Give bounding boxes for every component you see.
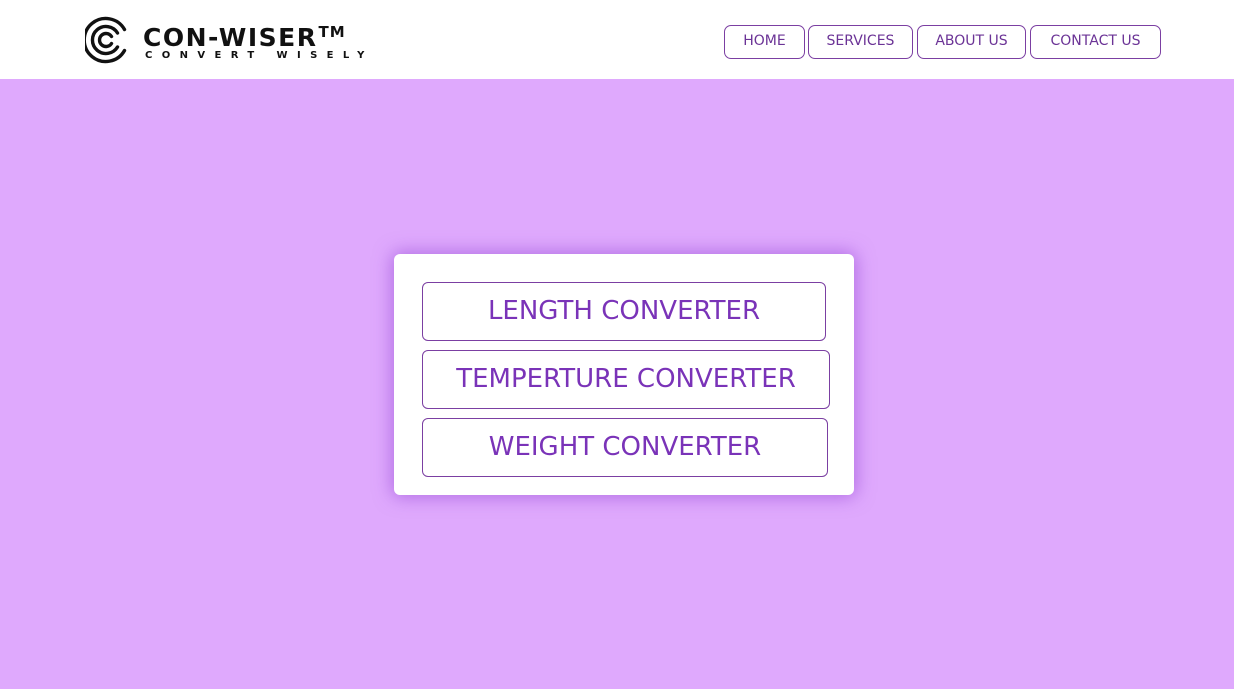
trademark-symbol: TM: [318, 23, 346, 41]
brand-logo[interactable]: CON-WISERTM CONVERT WISELY: [85, 14, 364, 68]
nav-services-button[interactable]: SERVICES: [808, 25, 913, 59]
concentric-c-logo-icon: [85, 16, 127, 64]
brand-name: CON-WISERTM: [143, 23, 346, 52]
nav-contact-us-button[interactable]: CONTACT US: [1030, 25, 1161, 59]
site-header: CON-WISERTM CONVERT WISELY HOME SERVICES…: [0, 0, 1234, 79]
weight-converter-button[interactable]: WEIGHT CONVERTER: [422, 418, 828, 477]
converter-menu-card: LENGTH CONVERTER TEMPERTURE CONVERTER WE…: [394, 254, 854, 495]
nav-home-button[interactable]: HOME: [724, 25, 805, 59]
temperature-converter-button[interactable]: TEMPERTURE CONVERTER: [422, 350, 830, 409]
brand-tagline: CONVERT WISELY: [145, 50, 374, 61]
nav-about-us-button[interactable]: ABOUT US: [917, 25, 1026, 59]
length-converter-button[interactable]: LENGTH CONVERTER: [422, 282, 826, 341]
